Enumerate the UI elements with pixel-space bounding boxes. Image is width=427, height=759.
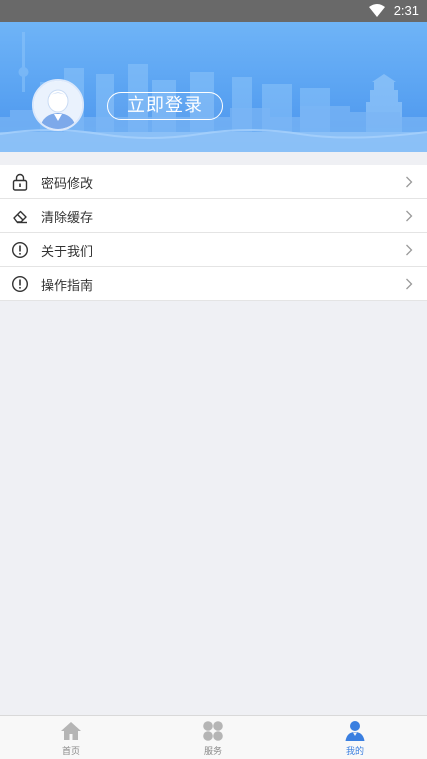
info-icon — [11, 241, 29, 259]
menu-item-about-us[interactable]: 关于我们 — [0, 233, 427, 267]
tab-services[interactable]: 服务 — [142, 716, 284, 759]
home-icon — [61, 722, 81, 740]
avatar-icon — [34, 81, 82, 129]
wifi-icon — [369, 4, 385, 17]
tab-home[interactable]: 首页 — [0, 716, 142, 759]
status-time: 2:31 — [393, 3, 419, 18]
login-button[interactable]: 立即登录 — [107, 92, 223, 120]
menu-item-user-guide[interactable]: 操作指南 — [0, 267, 427, 301]
profile-header: 立即登录 — [0, 22, 427, 152]
avatar[interactable] — [32, 79, 84, 131]
menu-item-label: 清除缓存 — [41, 211, 94, 226]
tab-label: 我的 — [345, 747, 364, 757]
menu-item-clear-cache[interactable]: 清除缓存 — [0, 199, 427, 233]
section-spacer — [0, 152, 427, 165]
tab-label: 首页 — [61, 747, 80, 757]
chevron-right-icon — [406, 210, 413, 222]
menu-item-label: 关于我们 — [41, 245, 94, 260]
menu-item-label: 操作指南 — [41, 279, 94, 294]
grid-icon — [203, 721, 223, 741]
chevron-right-icon — [406, 244, 413, 256]
user-icon — [345, 721, 365, 741]
tab-label: 服务 — [203, 747, 222, 757]
tab-mine[interactable]: 我的 — [284, 716, 426, 759]
info-icon — [11, 275, 29, 293]
chevron-right-icon — [406, 176, 413, 188]
menu-item-label: 密码修改 — [41, 177, 94, 192]
bottom-tab-bar: 首页 服务 我的 — [0, 715, 427, 759]
settings-menu: 密码修改 清除缓存 关于我们 操作指南 — [0, 165, 427, 301]
lock-icon — [12, 173, 28, 191]
menu-item-change-password[interactable]: 密码修改 — [0, 165, 427, 199]
eraser-icon — [13, 210, 27, 224]
chevron-right-icon — [406, 278, 413, 290]
status-bar: 2:31 — [0, 0, 427, 22]
